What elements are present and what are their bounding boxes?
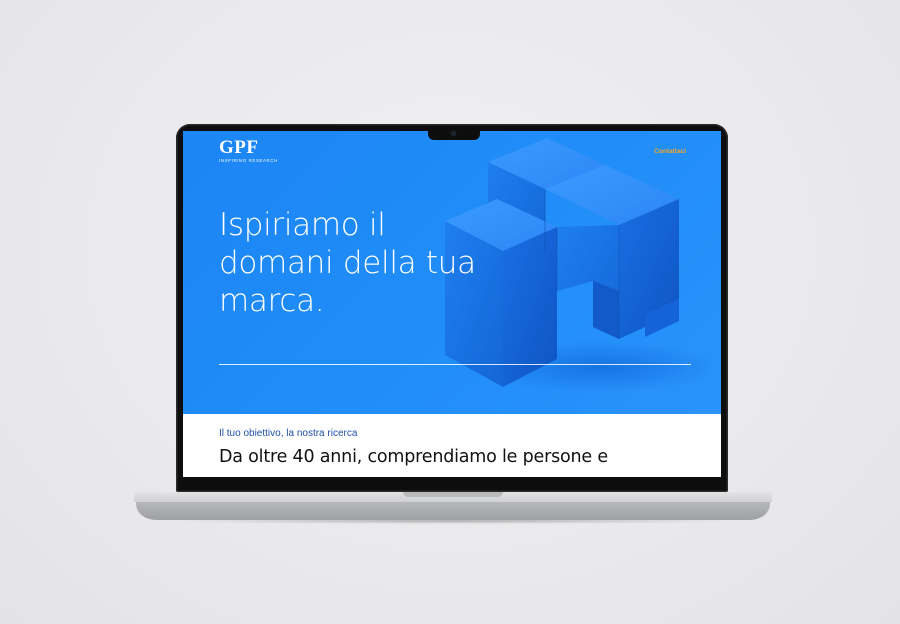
logo-mark: GPF <box>219 137 259 158</box>
hero-headline-line: marca. <box>219 283 325 319</box>
hero-headline-line: domani della tua <box>219 245 476 281</box>
product-mockup-stage: GPF INSPIRING RESEARCH Contattaci Ispiri… <box>0 0 900 624</box>
laptop-screen: GPF INSPIRING RESEARCH Contattaci Ispiri… <box>183 131 721 477</box>
intro-heading: Da oltre 40 anni, comprendiamo le person… <box>219 447 608 467</box>
trackpad-lip <box>403 492 503 497</box>
hero-divider <box>219 364 691 365</box>
webcam-icon <box>451 131 456 136</box>
intro-section: Il tuo obiettivo, la nostra ricerca Da o… <box>183 414 721 477</box>
laptop-base <box>134 492 772 524</box>
intro-eyebrow: Il tuo obiettivo, la nostra ricerca <box>219 428 358 439</box>
hero-headline: Ispiriamo il domani della tua marca. <box>219 206 549 320</box>
laptop-notch <box>428 128 480 140</box>
site-logo[interactable]: GPF INSPIRING RESEARCH <box>219 138 278 164</box>
hero-section: GPF INSPIRING RESEARCH Contattaci Ispiri… <box>183 131 721 414</box>
logo-tagline: INSPIRING RESEARCH <box>219 158 278 163</box>
base-body <box>136 502 770 520</box>
hero-headline-line: Ispiriamo il <box>219 207 386 243</box>
